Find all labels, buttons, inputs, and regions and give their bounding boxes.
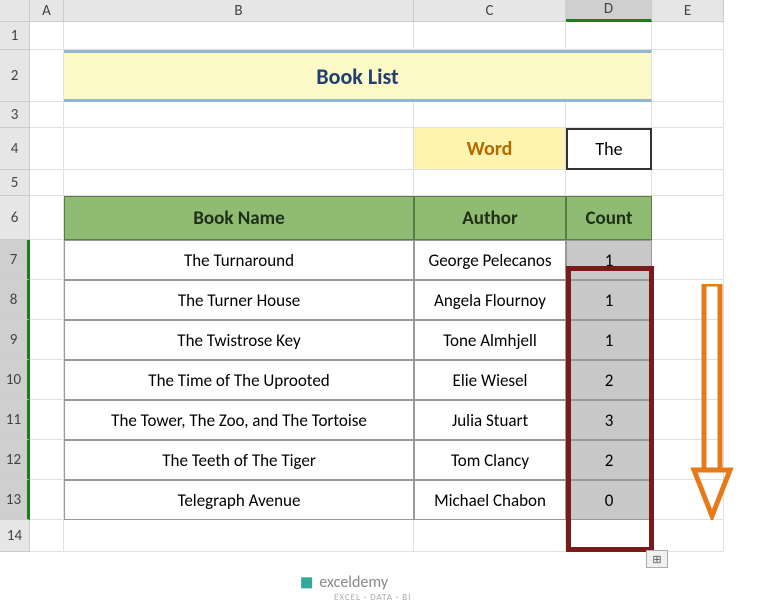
select-all-corner[interactable] xyxy=(0,0,30,22)
cell-E1[interactable] xyxy=(652,22,724,50)
cell-D14[interactable] xyxy=(566,520,652,552)
row-header-6[interactable]: 6 xyxy=(0,196,30,240)
cell-A9[interactable] xyxy=(30,320,64,360)
cell-B5[interactable] xyxy=(64,170,414,196)
cell-C14[interactable] xyxy=(414,520,566,552)
title-band[interactable]: Book List xyxy=(64,50,652,102)
cell-author-4[interactable]: Julia Stuart xyxy=(414,400,566,440)
cell-A11[interactable] xyxy=(30,400,64,440)
cell-A8[interactable] xyxy=(30,280,64,320)
cell-D3[interactable] xyxy=(566,102,652,128)
cell-A1[interactable] xyxy=(30,22,64,50)
word-label[interactable]: Word xyxy=(414,128,566,170)
cell-E7[interactable] xyxy=(652,240,724,280)
watermark-logo: ◼ exceldemy xyxy=(300,572,388,592)
cell-B1[interactable] xyxy=(64,22,414,50)
cell-A5[interactable] xyxy=(30,170,64,196)
cell-count-4[interactable]: 3 xyxy=(566,400,652,440)
cell-author-1[interactable]: Angela Flournoy xyxy=(414,280,566,320)
cell-E6[interactable] xyxy=(652,196,724,240)
autofill-options-button[interactable]: ⊞ xyxy=(646,550,668,568)
cell-book-4[interactable]: The Tower, The Zoo, and The Tortoise xyxy=(64,400,414,440)
cell-E10[interactable] xyxy=(652,360,724,400)
cell-author-2[interactable]: Tone Almhjell xyxy=(414,320,566,360)
cell-A10[interactable] xyxy=(30,360,64,400)
th-author[interactable]: Author xyxy=(414,196,566,240)
cell-author-5[interactable]: Tom Clancy xyxy=(414,440,566,480)
col-header-B[interactable]: B xyxy=(64,0,414,22)
cell-book-6[interactable]: Telegraph Avenue xyxy=(64,480,414,520)
th-book[interactable]: Book Name xyxy=(64,196,414,240)
logo-text: exceldemy xyxy=(319,573,388,592)
cell-A4[interactable] xyxy=(30,128,64,170)
cell-C5[interactable] xyxy=(414,170,566,196)
cell-count-2[interactable]: 1 xyxy=(566,320,652,360)
cell-C1[interactable] xyxy=(414,22,566,50)
row-header-4[interactable]: 4 xyxy=(0,128,30,170)
row-header-8[interactable]: 8 xyxy=(0,280,30,320)
cell-A3[interactable] xyxy=(30,102,64,128)
cell-count-5[interactable]: 2 xyxy=(566,440,652,480)
row-header-1[interactable]: 1 xyxy=(0,22,30,50)
cell-E8[interactable] xyxy=(652,280,724,320)
cell-author-6[interactable]: Michael Chabon xyxy=(414,480,566,520)
cell-count-6[interactable]: 0 xyxy=(566,480,652,520)
cell-E2[interactable] xyxy=(652,50,724,102)
cell-D1[interactable] xyxy=(566,22,652,50)
cell-E4[interactable] xyxy=(652,128,724,170)
cell-book-2[interactable]: The Twistrose Key xyxy=(64,320,414,360)
cell-B3[interactable] xyxy=(64,102,414,128)
row-header-10[interactable]: 10 xyxy=(0,360,30,400)
col-header-E[interactable]: E xyxy=(652,0,724,22)
cell-B14[interactable] xyxy=(64,520,414,552)
row-header-2[interactable]: 2 xyxy=(0,50,30,102)
spreadsheet-grid: A B C D E 1 2 Book List 3 4 Word The 5 6… xyxy=(0,0,767,552)
cell-A14[interactable] xyxy=(30,520,64,552)
cell-A2[interactable] xyxy=(30,50,64,102)
cell-book-1[interactable]: The Turner House xyxy=(64,280,414,320)
cell-E13[interactable] xyxy=(652,480,724,520)
cell-D5[interactable] xyxy=(566,170,652,196)
cell-E14[interactable] xyxy=(652,520,724,552)
cell-B4[interactable] xyxy=(64,128,414,170)
cell-count-1[interactable]: 1 xyxy=(566,280,652,320)
col-header-D[interactable]: D xyxy=(566,0,652,22)
cell-author-0[interactable]: George Pelecanos xyxy=(414,240,566,280)
cell-E5[interactable] xyxy=(652,170,724,196)
watermark-subtext: EXCEL · DATA · BI xyxy=(334,592,411,603)
cell-A12[interactable] xyxy=(30,440,64,480)
row-header-9[interactable]: 9 xyxy=(0,320,30,360)
cell-E12[interactable] xyxy=(652,440,724,480)
cell-A13[interactable] xyxy=(30,480,64,520)
cell-E9[interactable] xyxy=(652,320,724,360)
th-count[interactable]: Count xyxy=(566,196,652,240)
cell-book-3[interactable]: The Time of The Uprooted xyxy=(64,360,414,400)
cell-book-0[interactable]: The Turnaround xyxy=(64,240,414,280)
cell-E11[interactable] xyxy=(652,400,724,440)
row-header-14[interactable]: 14 xyxy=(0,520,30,552)
row-header-11[interactable]: 11 xyxy=(0,400,30,440)
row-header-12[interactable]: 12 xyxy=(0,440,30,480)
cell-E3[interactable] xyxy=(652,102,724,128)
row-header-5[interactable]: 5 xyxy=(0,170,30,196)
cell-A7[interactable] xyxy=(30,240,64,280)
cell-count-3[interactable]: 2 xyxy=(566,360,652,400)
col-header-C[interactable]: C xyxy=(414,0,566,22)
col-header-A[interactable]: A xyxy=(30,0,64,22)
cell-author-3[interactable]: Elie Wiesel xyxy=(414,360,566,400)
row-header-13[interactable]: 13 xyxy=(0,480,30,520)
row-header-7[interactable]: 7 xyxy=(0,240,30,280)
word-value[interactable]: The xyxy=(566,128,652,170)
row-header-3[interactable]: 3 xyxy=(0,102,30,128)
logo-icon: ◼ xyxy=(300,572,313,592)
cell-count-0[interactable]: 1 xyxy=(566,240,652,280)
cell-A6[interactable] xyxy=(30,196,64,240)
cell-C3[interactable] xyxy=(414,102,566,128)
cell-book-5[interactable]: The Teeth of The Tiger xyxy=(64,440,414,480)
